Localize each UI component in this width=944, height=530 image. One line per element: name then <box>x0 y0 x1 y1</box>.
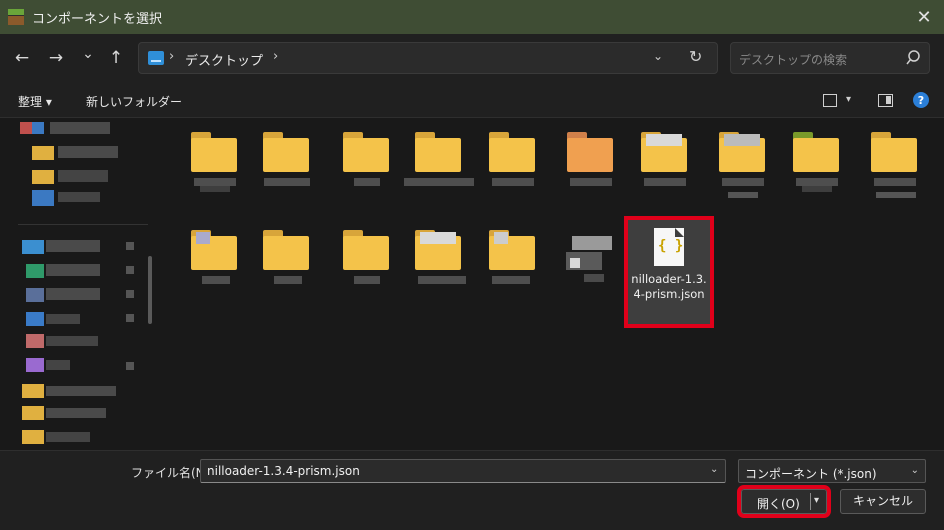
navigation-pane[interactable] <box>0 118 158 450</box>
open-button-label: 開く(O) <box>757 497 800 511</box>
sidebar-item-icon <box>32 190 54 206</box>
folder-item[interactable] <box>262 224 312 290</box>
pin-icon <box>126 290 134 298</box>
close-icon: ✕ <box>916 6 932 28</box>
split-divider <box>810 493 811 510</box>
recent-locations-button[interactable]: ⌄ <box>76 42 100 66</box>
folder-item[interactable] <box>414 224 466 290</box>
chevron-down-icon: ⌄ <box>82 46 94 62</box>
folder-icon <box>32 146 54 160</box>
pin-icon <box>126 242 134 250</box>
folder-item[interactable] <box>566 126 616 192</box>
folder-item[interactable] <box>190 224 240 290</box>
breadcrumb-desktop[interactable]: デスクトップ <box>185 50 263 69</box>
title-bar: コンポーネントを選択 ✕ <box>0 0 944 34</box>
sidebar-item-label[interactable] <box>46 264 100 276</box>
sidebar-item-label[interactable] <box>46 314 80 324</box>
help-icon[interactable]: ? <box>913 92 929 108</box>
sidebar-item-label[interactable] <box>46 408 106 418</box>
folder-icon <box>32 170 54 184</box>
new-folder-button[interactable]: 新しいフォルダー <box>86 93 182 110</box>
blurred-file-icon <box>570 258 580 268</box>
sidebar-item-icon <box>26 334 44 348</box>
sidebar-scrollbar[interactable] <box>148 256 152 324</box>
file-name-label: nilloader-1.3.4-prism.json <box>631 272 707 301</box>
sidebar-item-label[interactable] <box>58 146 118 158</box>
preview-pane-icon[interactable] <box>878 94 893 107</box>
selected-file-item[interactable]: { } nilloader-1.3.4-prism.json <box>624 216 714 328</box>
sidebar-item-label[interactable] <box>46 360 70 370</box>
arrow-right-icon: → <box>48 48 64 68</box>
filename-input[interactable] <box>200 459 726 483</box>
folder-item[interactable] <box>718 126 768 198</box>
desktop-icon <box>148 51 164 65</box>
sidebar-item-label[interactable] <box>46 288 100 300</box>
search-box[interactable]: デスクトップの検索 <box>730 42 930 74</box>
folder-item[interactable] <box>342 126 392 192</box>
folder-item[interactable] <box>488 224 538 290</box>
folder-item[interactable] <box>262 126 312 192</box>
file-list[interactable]: { } nilloader-1.3.4-prism.json <box>158 118 944 450</box>
sidebar-item-label[interactable] <box>58 192 100 202</box>
pin-icon <box>126 314 134 322</box>
address-bar[interactable]: › デスクトップ › ⌄ ↻ <box>138 42 718 74</box>
folder-icon <box>22 384 44 398</box>
arrow-up-icon: ↑ <box>108 48 124 68</box>
view-icon[interactable] <box>823 94 837 107</box>
sidebar-item-label[interactable] <box>46 336 98 346</box>
breadcrumb-separator[interactable]: › <box>273 49 278 64</box>
pin-icon <box>126 266 134 274</box>
sidebar-item-icon <box>22 240 44 254</box>
breadcrumb-separator: › <box>169 49 175 64</box>
search-input[interactable]: デスクトップの検索 <box>739 51 847 68</box>
filetype-value: コンポーネント (*.json) <box>745 467 877 481</box>
pin-icon <box>126 362 134 370</box>
folder-item[interactable] <box>342 224 392 290</box>
sidebar-item-icon <box>26 264 44 278</box>
sidebar-item-icon <box>32 122 44 134</box>
folder-item[interactable] <box>488 126 538 192</box>
sidebar-item-icon <box>20 122 32 134</box>
organize-button[interactable]: 整理 ▾ <box>18 93 52 110</box>
sidebar-item-label[interactable] <box>50 122 110 134</box>
filename-dropdown-icon[interactable]: ⌄ <box>710 464 718 475</box>
folder-icon <box>22 406 44 420</box>
folder-item[interactable] <box>792 126 842 192</box>
close-button[interactable]: ✕ <box>904 0 944 34</box>
refresh-icon[interactable]: ↻ <box>689 47 702 66</box>
search-icon <box>906 50 920 65</box>
sidebar-item-label[interactable] <box>46 432 90 442</box>
forward-button[interactable]: → <box>44 46 68 70</box>
json-file-icon: { } <box>654 228 684 266</box>
folder-icon <box>22 430 44 444</box>
view-dropdown-icon[interactable]: ▾ <box>846 94 851 105</box>
folder-item[interactable] <box>640 126 690 192</box>
folder-item[interactable] <box>190 126 240 192</box>
navigation-bar: ← → ⌄ ↑ › デスクトップ › ⌄ ↻ デスクトップの検索 <box>0 34 944 82</box>
filetype-select[interactable]: コンポーネント (*.json) ⌄ <box>738 459 926 483</box>
open-dropdown-icon[interactable]: ▾ <box>814 495 819 506</box>
chevron-down-icon: ⌄ <box>910 465 919 476</box>
address-dropdown-icon[interactable]: ⌄ <box>653 49 663 63</box>
sidebar-item-icon <box>26 358 44 372</box>
blurred-file-label <box>584 274 604 282</box>
cancel-button[interactable]: キャンセル <box>840 489 926 514</box>
sidebar-item-icon <box>26 288 44 302</box>
back-button[interactable]: ← <box>10 46 34 70</box>
up-button[interactable]: ↑ <box>104 46 128 70</box>
sidebar-item-label[interactable] <box>46 240 100 252</box>
minecraft-app-icon <box>8 9 24 25</box>
sidebar-item-label[interactable] <box>58 170 108 182</box>
sidebar-divider <box>18 224 148 225</box>
sidebar-item-label[interactable] <box>46 386 116 396</box>
arrow-left-icon: ← <box>14 48 30 68</box>
window-title: コンポーネントを選択 <box>32 11 163 27</box>
dialog-footer: ファイル名(N): ⌄ コンポーネント (*.json) ⌄ 開く(O) ▾ キ… <box>0 450 944 530</box>
open-button[interactable]: 開く(O) ▾ <box>737 485 831 518</box>
folder-item[interactable] <box>404 126 474 192</box>
blurred-file-icon[interactable] <box>572 236 612 250</box>
command-bar: 整理 ▾ 新しいフォルダー ▾ ? <box>0 82 944 118</box>
sidebar-item-icon <box>26 312 44 326</box>
folder-item[interactable] <box>870 126 920 198</box>
